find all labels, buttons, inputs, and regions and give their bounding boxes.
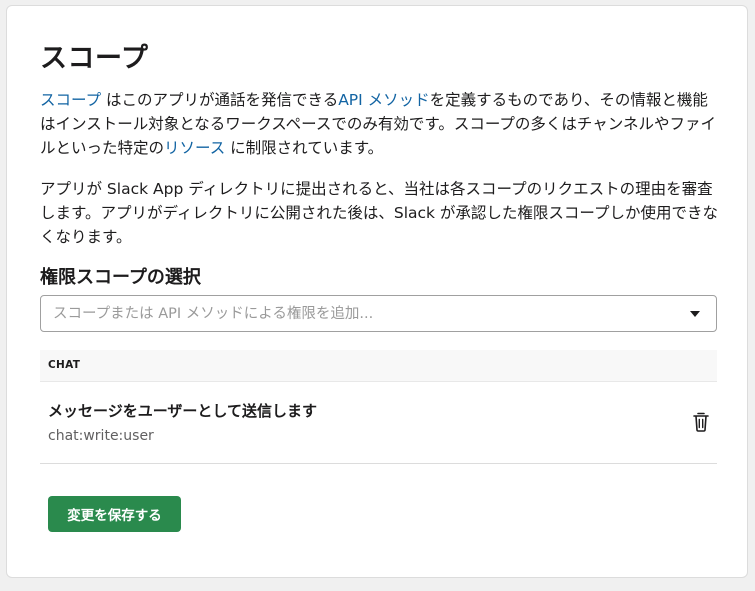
scope-group-header: CHAT: [40, 350, 717, 382]
api-methods-link[interactable]: API メソッド: [338, 91, 429, 109]
scope-title: メッセージをユーザーとして送信します: [48, 402, 317, 420]
scopes-card: スコープ スコープ はこのアプリが通話を発信できるAPI メソッドを定義するもの…: [6, 5, 748, 578]
page-title: スコープ: [40, 43, 149, 74]
intro-text-3: に制限されています。: [225, 139, 384, 157]
permission-scopes-heading: 権限スコープの選択: [40, 267, 201, 288]
resources-link[interactable]: リソース: [164, 139, 225, 157]
scope-code: chat:write:user: [48, 428, 154, 444]
scope-group-name: CHAT: [48, 359, 81, 371]
scopes-link[interactable]: スコープ: [40, 91, 101, 109]
intro-paragraph: スコープ はこのアプリが通話を発信できるAPI メソッドを定義するものであり、そ…: [40, 88, 720, 160]
chevron-down-icon[interactable]: [690, 311, 700, 317]
save-changes-button[interactable]: 変更を保存する: [48, 496, 181, 532]
scope-row: メッセージをユーザーとして送信します chat:write:user: [40, 382, 717, 464]
trash-icon-svg: [693, 412, 709, 432]
review-paragraph: アプリが Slack App ディレクトリに提出されると、当社は各スコープのリク…: [40, 180, 719, 246]
intro-text-1: はこのアプリが通話を発信できる: [101, 91, 339, 109]
trash-icon[interactable]: [691, 411, 711, 433]
scope-select[interactable]: [40, 295, 717, 332]
scope-search-input[interactable]: [53, 296, 673, 331]
